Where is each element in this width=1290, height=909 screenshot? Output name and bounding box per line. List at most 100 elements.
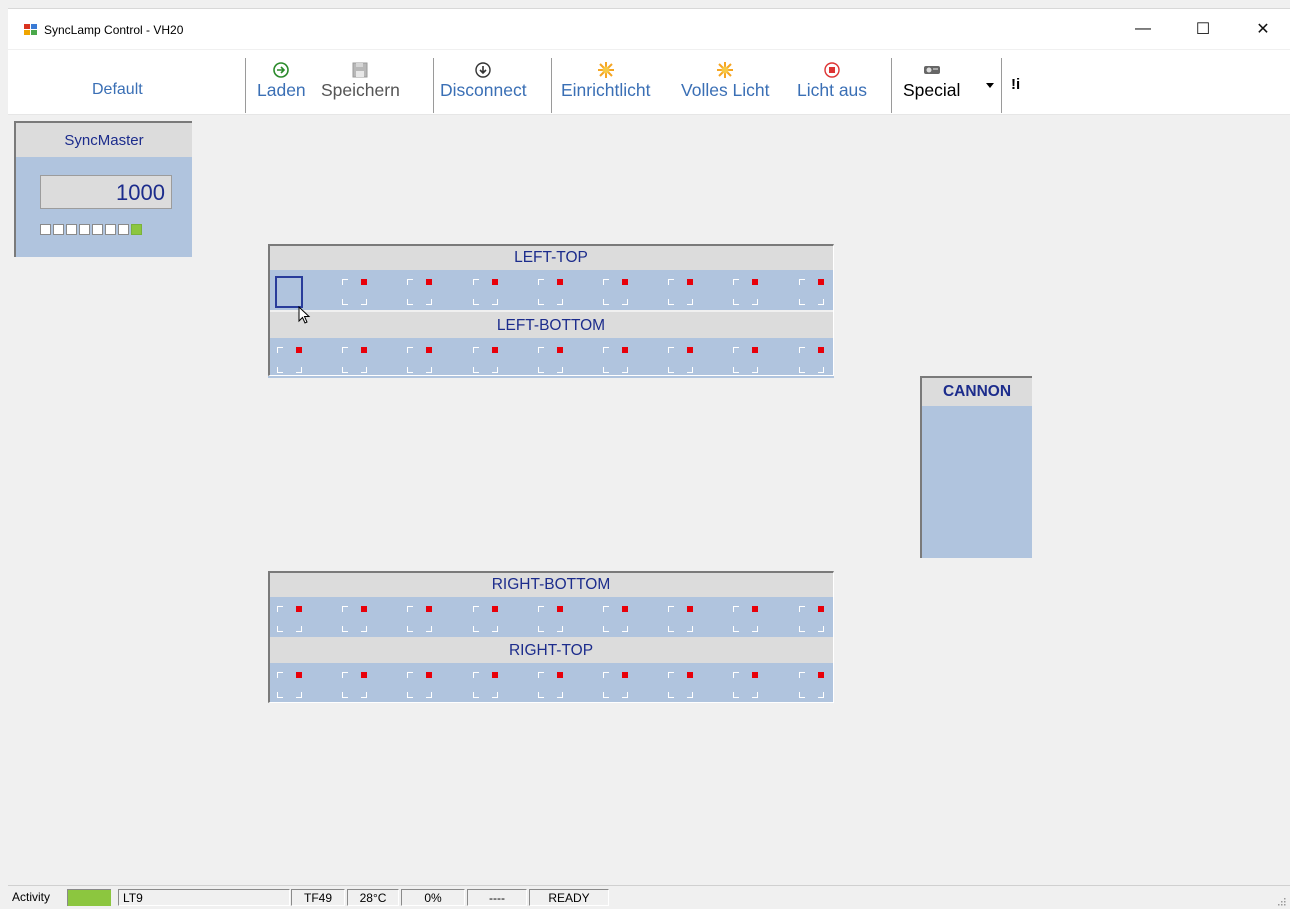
lamp-corner <box>603 626 609 632</box>
syncmaster-panel: SyncMaster 1000 <box>14 121 192 257</box>
lamp-status-dot <box>817 347 824 353</box>
lamp-right-top-5[interactable] <box>537 666 563 700</box>
group-title-left-bottom: LEFT-BOTTOM <box>268 312 834 338</box>
save-label: Speichern <box>321 80 400 100</box>
lamp-corner <box>752 692 759 698</box>
lamp-corner <box>668 299 675 305</box>
lamp-left-top-9[interactable] <box>798 273 824 307</box>
lamp-left-bottom-7[interactable] <box>667 341 694 375</box>
lamp-left-top-6[interactable] <box>602 273 628 307</box>
window-title: SyncLamp Control - VH20 <box>44 23 184 37</box>
lamp-corner <box>296 626 302 632</box>
resize-grip-icon[interactable] <box>1276 896 1286 906</box>
lamp-corner <box>491 367 498 373</box>
lamp-status-dot <box>556 279 563 285</box>
lamp-right-bottom-8[interactable] <box>732 600 759 634</box>
lamp-left-top-1[interactable] <box>275 273 303 308</box>
lamp-left-top-5[interactable] <box>537 273 563 307</box>
lamp-corner <box>407 626 414 632</box>
status-bar: Activity LT9 TF49 28°C 0% ---- READY <box>8 885 1290 909</box>
light-off-button[interactable]: Licht aus <box>797 61 867 101</box>
lamp-left-bottom-4[interactable] <box>472 341 498 375</box>
close-icon: ✕ <box>1256 21 1270 38</box>
lamp-corner <box>668 606 675 612</box>
disconnect-button[interactable]: Disconnect <box>440 61 527 101</box>
lamp-right-top-9[interactable] <box>798 666 824 700</box>
syncmaster-title: SyncMaster <box>16 123 192 157</box>
lamp-status-dot <box>817 606 824 612</box>
app-icon <box>24 24 38 36</box>
close-button[interactable]: ✕ <box>1240 9 1286 49</box>
projector-icon <box>923 61 941 79</box>
lamp-corner <box>798 367 805 373</box>
lamp-left-bottom-3[interactable] <box>406 341 433 375</box>
group-title-right-top: RIGHT-TOP <box>268 637 834 663</box>
lamp-corner <box>603 367 609 373</box>
lamp-left-top-8[interactable] <box>732 273 759 307</box>
lamp-left-top-7[interactable] <box>667 273 694 307</box>
lamp-corner <box>622 367 628 373</box>
lamp-status-dot <box>491 606 498 612</box>
profile-label[interactable]: Default <box>92 81 143 99</box>
lamp-status-dot <box>556 672 563 678</box>
lamp-right-top-2[interactable] <box>341 666 368 700</box>
lamp-left-bottom-8[interactable] <box>732 341 759 375</box>
load-arrow-icon <box>273 61 290 79</box>
lamp-corner <box>733 672 740 678</box>
full-light-button[interactable]: Volles Licht <box>681 61 770 101</box>
save-disk-icon <box>352 61 368 79</box>
lamp-right-bottom-6[interactable] <box>602 600 628 634</box>
minimize-button[interactable]: — <box>1120 9 1166 49</box>
lamp-left-bottom-9[interactable] <box>798 341 824 375</box>
lamp-corner <box>277 606 283 612</box>
group-title-left-top: LEFT-TOP <box>268 244 834 270</box>
lamp-right-bottom-7[interactable] <box>667 600 694 634</box>
info-button[interactable]: !i <box>1011 76 1020 93</box>
lamp-left-bottom-2[interactable] <box>341 341 368 375</box>
lamp-right-top-3[interactable] <box>406 666 433 700</box>
cannon-title: CANNON <box>922 378 1032 406</box>
lamp-left-bottom-5[interactable] <box>537 341 563 375</box>
lamp-right-bottom-3[interactable] <box>406 600 433 634</box>
activity-label: Activity <box>12 890 51 904</box>
lamp-corner <box>798 626 805 632</box>
special-dropdown[interactable]: Special <box>903 61 960 101</box>
chevron-down-icon[interactable] <box>986 83 994 88</box>
lamp-right-bottom-1[interactable] <box>276 600 302 634</box>
syncmaster-value[interactable]: 1000 <box>40 175 172 209</box>
lamp-left-top-4[interactable] <box>472 273 498 307</box>
lamp-right-top-6[interactable] <box>602 666 628 700</box>
lamp-right-bottom-5[interactable] <box>537 600 563 634</box>
maximize-icon: ☐ <box>1195 21 1211 38</box>
lamp-left-top-3[interactable] <box>406 273 433 307</box>
special-label: Special <box>903 80 961 100</box>
lamp-right-top-1[interactable] <box>276 666 302 700</box>
lamp-status-dot <box>296 672 302 678</box>
lamp-right-top-4[interactable] <box>472 666 498 700</box>
lamp-corner <box>491 626 498 632</box>
lamp-corner <box>622 299 628 305</box>
lamp-left-top-2[interactable] <box>341 273 368 307</box>
lamp-right-top-8[interactable] <box>732 666 759 700</box>
lamp-right-top-7[interactable] <box>667 666 694 700</box>
lamp-corner <box>668 367 675 373</box>
lamp-right-bottom-2[interactable] <box>341 600 368 634</box>
lamp-right-bottom-4[interactable] <box>472 600 498 634</box>
lamp-corner <box>556 692 563 698</box>
cannon-panel[interactable]: CANNON <box>920 376 1032 558</box>
lamp-corner <box>603 606 609 612</box>
lamp-left-bottom-1[interactable] <box>276 341 302 375</box>
lamp-status-dot <box>426 347 433 353</box>
lamp-right-bottom-9[interactable] <box>798 600 824 634</box>
lamp-left-bottom-6[interactable] <box>602 341 628 375</box>
lamp-corner <box>342 606 349 612</box>
lamp-status-dot <box>491 672 498 678</box>
status-led <box>92 224 103 235</box>
lamp-corner <box>733 279 740 285</box>
load-button[interactable]: Laden <box>257 61 306 101</box>
maximize-button[interactable]: ☐ <box>1180 9 1226 49</box>
lamp-corner <box>342 672 349 678</box>
save-button[interactable]: Speichern <box>321 61 400 101</box>
lamp-corner <box>407 692 414 698</box>
setup-light-button[interactable]: Einrichtlicht <box>561 61 650 101</box>
